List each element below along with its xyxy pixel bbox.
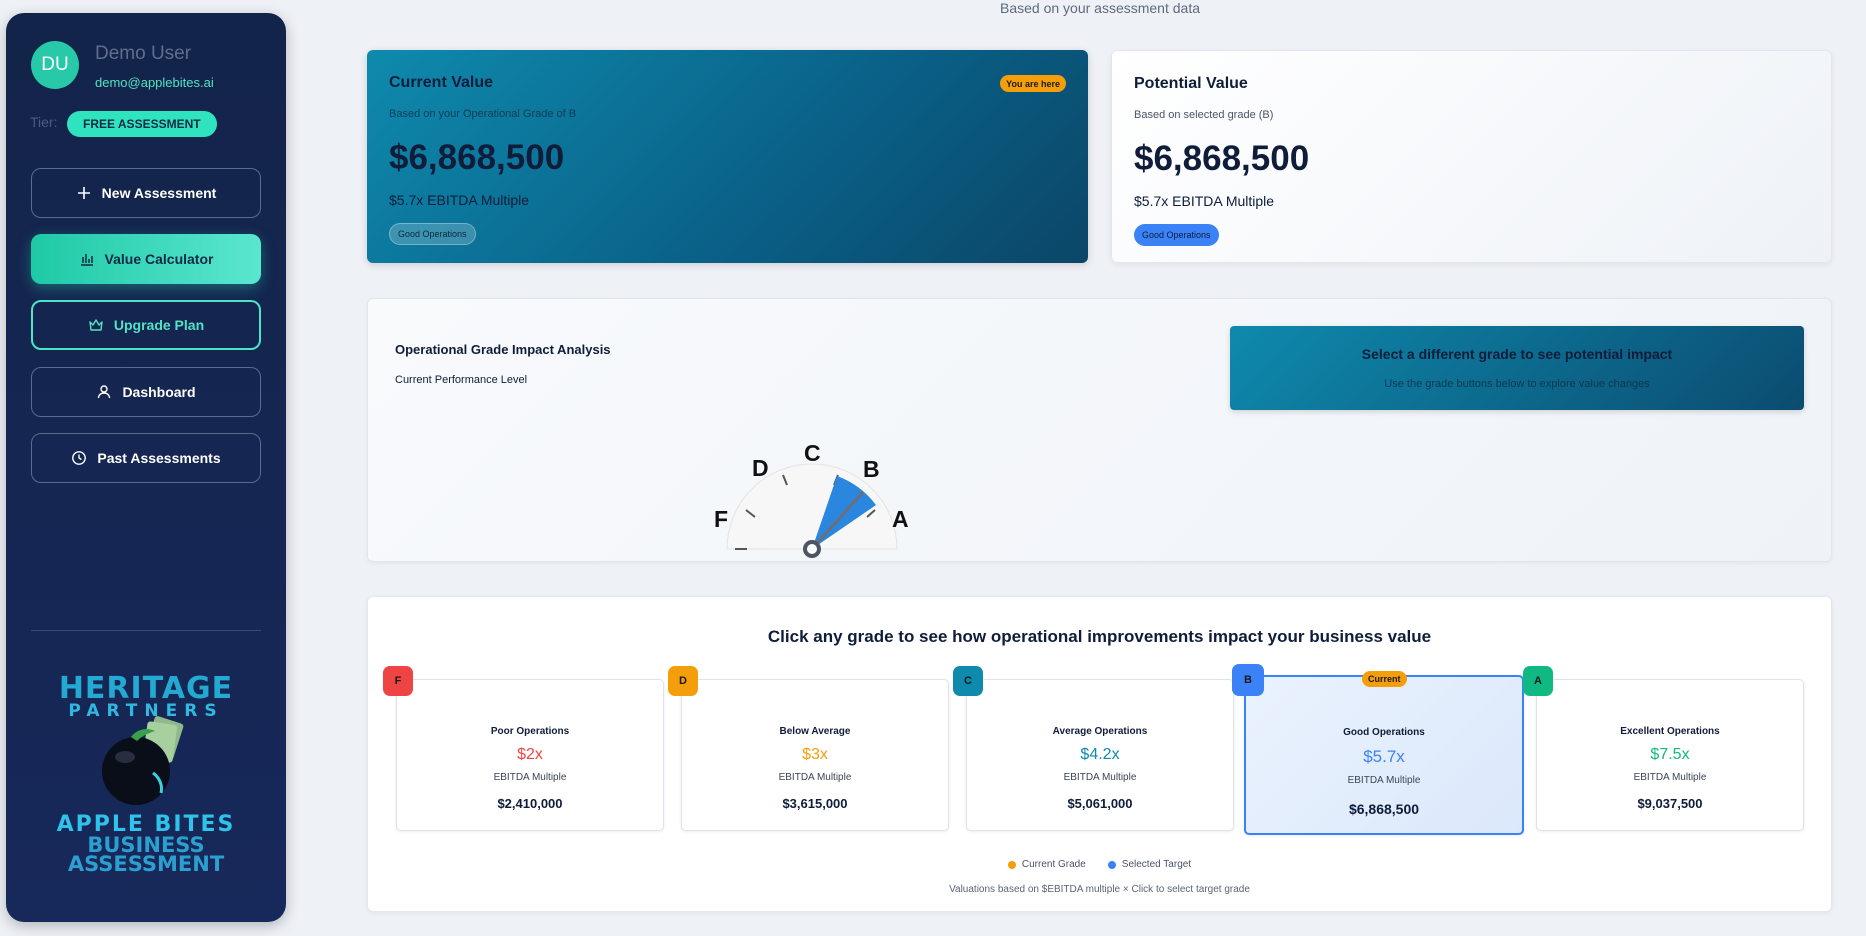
grade-multiple: $3x: [802, 746, 828, 763]
plus-icon: [77, 187, 90, 199]
dashboard-button[interactable]: Dashboard: [31, 367, 261, 417]
current-grade-pill: Good Operations: [389, 223, 476, 245]
grade-card-a[interactable]: A Excellent Operations $7.5x EBITDA Mult…: [1523, 666, 1804, 831]
user-email: demo@applebites.ai: [95, 75, 214, 90]
logo-assessment-text: ASSESSMENT: [67, 852, 225, 876]
grade-value: $2,410,000: [497, 796, 563, 811]
potential-value-multiple: $5.7x EBITDA Multiple: [1134, 193, 1275, 209]
crown-icon: [89, 319, 103, 331]
grade-impact-analysis-card: Operational Grade Impact Analysis Curren…: [367, 298, 1832, 562]
potential-value-amount: $6,868,500: [1134, 139, 1310, 178]
grade-multiple: $2x: [517, 746, 543, 763]
current-value-multiple: $5.7x EBITDA Multiple: [389, 192, 530, 208]
gauge-label-a: A: [892, 506, 909, 532]
impact-prompt-title: Select a different grade to see potentia…: [1361, 346, 1673, 362]
sidebar-divider: [31, 630, 261, 631]
grade-name: Good Operations: [1343, 727, 1425, 738]
brand-logo: HERITAGE PARTNERS APPLE BITES BUSINESS A…: [36, 671, 256, 891]
grade-value: $5,061,000: [1067, 796, 1133, 811]
upgrade-plan-button[interactable]: Upgrade Plan: [31, 300, 261, 350]
grade-badge-b: B: [1232, 664, 1264, 696]
grade-name: Excellent Operations: [1620, 726, 1720, 737]
gauge-label-d: D: [752, 455, 769, 481]
grade-multiple-label: EBITDA Multiple: [493, 772, 567, 783]
new-assessment-button[interactable]: New Assessment: [31, 168, 261, 218]
legend-selected-label: Selected Target: [1121, 859, 1192, 870]
grade-card-c[interactable]: C Average Operations $4.2x EBITDA Multip…: [953, 666, 1234, 831]
grade-badge-f: F: [383, 666, 413, 696]
grade-selector-title: Click any grade to see how operational i…: [767, 627, 1432, 646]
grade-card-f[interactable]: F Poor Operations $2x EBITDA Multiple $2…: [383, 666, 664, 831]
impact-prompt-subtitle: Use the grade buttons below to explore v…: [1384, 378, 1650, 390]
grade-multiple: $4.2x: [1080, 746, 1120, 763]
grade-value: $9,037,500: [1637, 796, 1703, 811]
apple-logo-icon: [102, 716, 184, 805]
grade-multiple: $5.7x: [1363, 747, 1405, 766]
grade-multiple-label: EBITDA Multiple: [1347, 775, 1421, 786]
past-assessments-label: Past Assessments: [97, 450, 221, 466]
value-calculator-button[interactable]: Value Calculator: [31, 234, 261, 284]
potential-value-title: Potential Value: [1134, 75, 1248, 92]
user-icon: [98, 385, 111, 399]
grade-name: Poor Operations: [490, 726, 570, 737]
impact-prompt-box: Select a different grade to see potentia…: [1230, 326, 1804, 410]
legend-current-label: Current Grade: [1021, 859, 1086, 870]
current-value-card: Current Value You are here Based on your…: [367, 50, 1088, 263]
page-subtitle: Based on your assessment data: [999, 0, 1200, 16]
grade-card-d[interactable]: D Below Average $3x EBITDA Multiple $3,6…: [668, 666, 949, 831]
upgrade-plan-label: Upgrade Plan: [113, 317, 205, 333]
analysis-title: Operational Grade Impact Analysis: [395, 342, 611, 357]
grade-multiple-label: EBITDA Multiple: [1063, 772, 1137, 783]
dashboard-label: Dashboard: [122, 384, 196, 400]
grade-name: Below Average: [779, 726, 851, 737]
tier-label: Tier:: [30, 114, 58, 130]
potential-grade-pill: Good Operations: [1134, 224, 1219, 246]
clock-icon: [72, 451, 87, 465]
grade-value: $6,868,500: [1348, 801, 1420, 817]
analysis-subtitle: Current Performance Level: [395, 374, 528, 386]
selected-target-dot-icon: [1107, 860, 1116, 869]
bar-chart-icon: [80, 254, 93, 266]
grade-badge-c: C: [953, 666, 983, 696]
grade-card-b[interactable]: B Current Good Operations $5.7x EBITDA M…: [1232, 664, 1524, 835]
legend-selected: Selected Target: [1107, 859, 1192, 870]
grade-multiple-label: EBITDA Multiple: [1633, 772, 1707, 783]
current-grade-tag: Current: [1362, 671, 1407, 687]
current-grade-dot-icon: [1007, 860, 1016, 869]
grade-badge-d: D: [668, 666, 698, 696]
avatar: DU: [31, 41, 79, 89]
gauge-label-f: F: [714, 506, 728, 532]
user-name: Demo User: [95, 43, 192, 64]
grade-multiple-label: EBITDA Multiple: [778, 772, 852, 783]
grade-multiple: $7.5x: [1650, 746, 1690, 763]
potential-value-card: Potential Value Based on selected grade …: [1111, 50, 1832, 263]
grade-footnote: Valuations based on $EBITDA multiple × C…: [949, 884, 1250, 895]
grade-legend: Current Grade Selected Target: [368, 859, 1831, 870]
current-value-title: Current Value: [389, 74, 494, 91]
potential-value-subtitle: Based on selected grade (B): [1134, 109, 1274, 121]
gauge-needle-hub: [803, 540, 821, 558]
value-calculator-label: Value Calculator: [104, 251, 214, 267]
new-assessment-label: New Assessment: [101, 185, 217, 201]
grade-value: $3,615,000: [782, 796, 848, 811]
grade-badge-a: A: [1523, 666, 1553, 696]
legend-current: Current Grade: [1007, 859, 1086, 870]
grade-gauge: F D C B A: [714, 440, 909, 558]
current-value-subtitle: Based on your Operational Grade of B: [389, 108, 577, 120]
tier-badge: FREE ASSESSMENT: [67, 111, 217, 137]
you-are-here-badge: You are here: [1000, 75, 1066, 92]
sidebar: DU Demo User demo@applebites.ai Tier: FR…: [6, 13, 286, 922]
grade-name: Average Operations: [1052, 726, 1148, 737]
gauge-label-b: B: [863, 456, 880, 482]
grade-selector-card: Click any grade to see how operational i…: [367, 596, 1832, 912]
current-value-amount: $6,868,500: [389, 138, 565, 177]
past-assessments-button[interactable]: Past Assessments: [31, 433, 261, 483]
gauge-label-c: C: [804, 440, 821, 466]
